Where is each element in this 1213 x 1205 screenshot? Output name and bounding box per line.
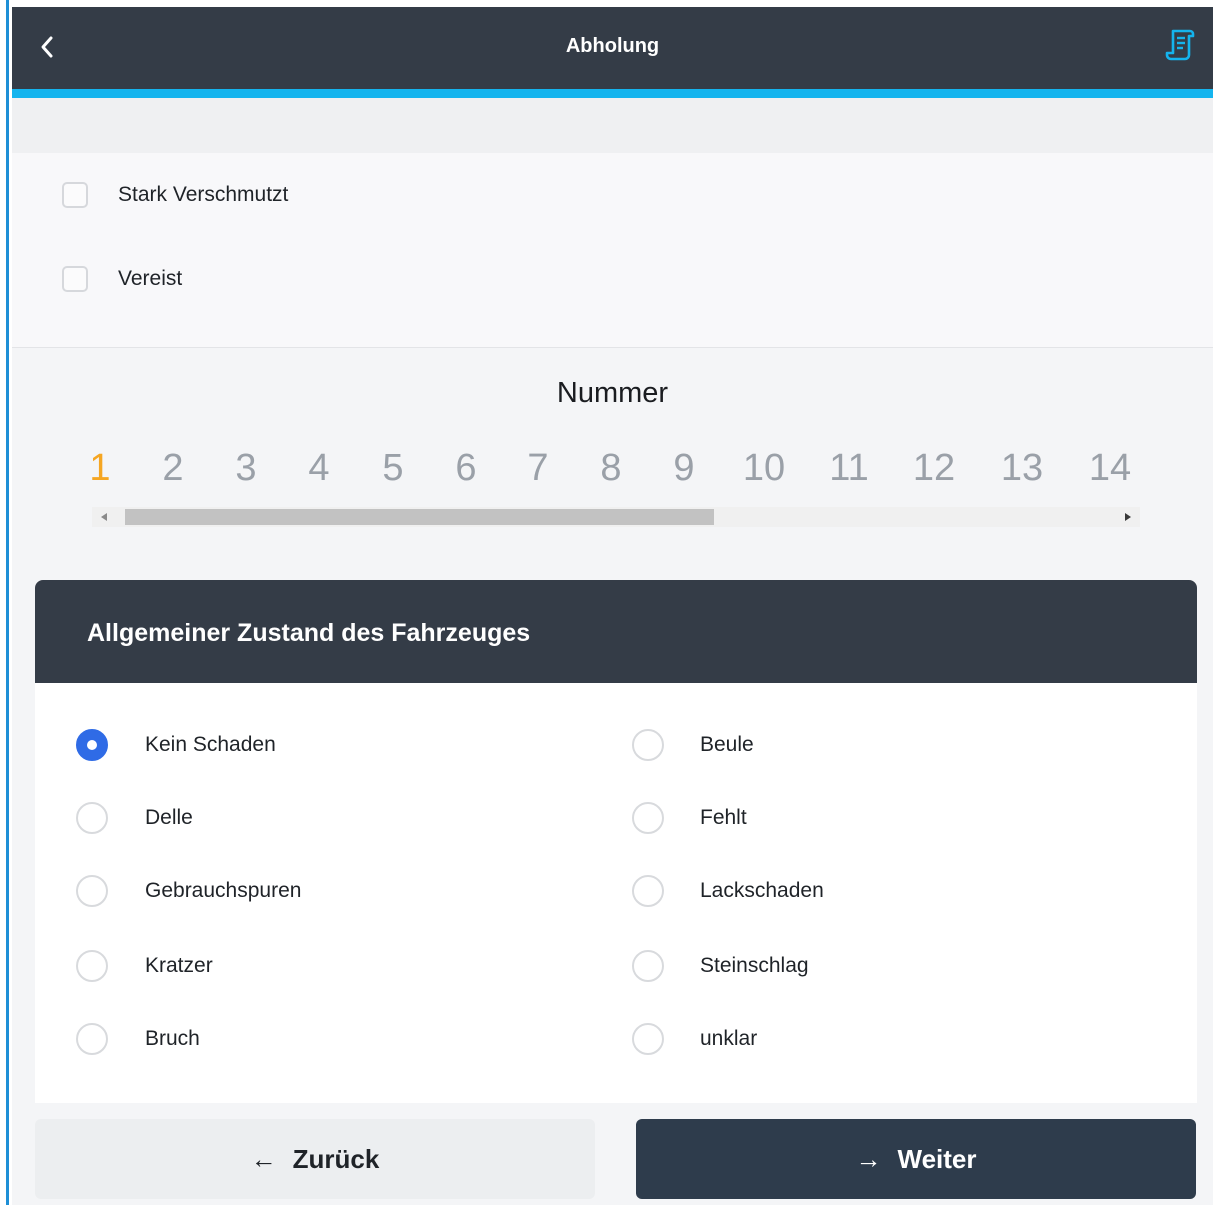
number-item-7[interactable]: 7 [527,442,548,494]
next-button-label: Weiter [897,1143,977,1174]
number-item-9[interactable]: 9 [673,442,694,494]
radio-label: Fehlt [700,806,747,829]
radio-label: Kein Schaden [145,733,276,756]
radio-label: Delle [145,806,193,829]
number-item-14[interactable]: 14 [1089,442,1131,494]
condition-panel-header: Allgemeiner Zustand des Fahrzeuges [35,580,1197,683]
number-picker-scrollbar[interactable] [92,507,1140,527]
next-button[interactable]: → Weiter [636,1119,1196,1199]
radio-button[interactable] [76,802,108,834]
radio-label: Kratzer [145,954,213,977]
radio-button[interactable] [76,950,108,982]
radio-label: Bruch [145,1027,200,1050]
number-item-3[interactable]: 3 [235,442,256,494]
radio-lackschaden[interactable]: Lackschaden [632,873,824,909]
app-screen: Abholung Stark Verschmutzt Vereist Numme… [12,7,1213,1205]
back-button-label: Zurück [292,1143,380,1174]
radio-button[interactable] [632,950,664,982]
number-picker: 1 2 3 4 5 6 7 8 9 10 11 12 13 14 [82,442,1162,502]
number-item-6[interactable]: 6 [455,442,476,494]
back-button[interactable]: ← Zurück [35,1119,595,1199]
checkbox-box[interactable] [62,266,88,292]
radio-button[interactable] [632,802,664,834]
radio-kratzer[interactable]: Kratzer [76,948,213,984]
scroll-left-arrow-icon[interactable] [101,513,107,521]
radio-label: Steinschlag [700,954,809,977]
number-item-12[interactable]: 12 [913,442,955,494]
number-item-13[interactable]: 13 [1001,442,1043,494]
radio-button[interactable] [76,875,108,907]
radio-label: Lackschaden [700,879,824,902]
arrow-right-icon: → [855,1143,882,1174]
number-item-10[interactable]: 10 [743,442,785,494]
checkbox-section: Stark Verschmutzt Vereist [12,153,1213,348]
spacer-band [12,98,1213,153]
radio-button[interactable] [632,875,664,907]
radio-label: Gebrauchspuren [145,879,302,902]
window-frame-top [0,0,1213,7]
radio-delle[interactable]: Delle [76,800,193,836]
checkbox-stark-verschmutzt[interactable]: Stark Verschmutzt [62,178,288,212]
scroll-thumb[interactable] [125,509,714,525]
condition-panel: Allgemeiner Zustand des Fahrzeuges Kein … [35,580,1197,1103]
scroll-right-arrow-icon[interactable] [1125,513,1131,521]
page-title: Abholung [565,35,660,57]
checkbox-label: Vereist [118,267,183,290]
number-picker-title: Nummer [556,377,669,409]
frame-accent-line [6,0,9,1205]
number-item-11[interactable]: 11 [829,442,868,494]
radio-button[interactable] [632,1023,664,1055]
header-accent-bar [12,89,1213,98]
radio-label: Beule [700,733,754,756]
number-item-8[interactable]: 8 [600,442,621,494]
number-item-4[interactable]: 4 [308,442,329,494]
arrow-left-icon: ← [250,1143,277,1174]
app-header: Abholung [12,7,1213,98]
radio-unklar[interactable]: unklar [632,1021,757,1057]
number-item-5[interactable]: 5 [382,442,403,494]
radio-beule[interactable]: Beule [632,727,754,763]
radio-fehlt[interactable]: Fehlt [632,800,747,836]
chevron-left-icon[interactable] [36,33,58,61]
radio-gebrauchspuren[interactable]: Gebrauchspuren [76,873,301,909]
number-item-2[interactable]: 2 [162,442,183,494]
radio-bruch[interactable]: Bruch [76,1021,200,1057]
condition-panel-title: Allgemeiner Zustand des Fahrzeuges [87,619,531,647]
radio-button[interactable] [76,729,108,761]
document-icon[interactable] [1164,27,1196,63]
checkbox-box[interactable] [62,182,88,208]
checkbox-vereist[interactable]: Vereist [62,262,182,296]
radio-button[interactable] [76,1023,108,1055]
radio-kein-schaden[interactable]: Kein Schaden [76,727,276,763]
radio-label: unklar [700,1027,758,1050]
window-frame-left [0,0,9,1205]
checkbox-label: Stark Verschmutzt [118,183,289,206]
radio-steinschlag[interactable]: Steinschlag [632,948,809,984]
radio-button[interactable] [632,729,664,761]
number-item-1[interactable]: 1 [89,442,110,494]
